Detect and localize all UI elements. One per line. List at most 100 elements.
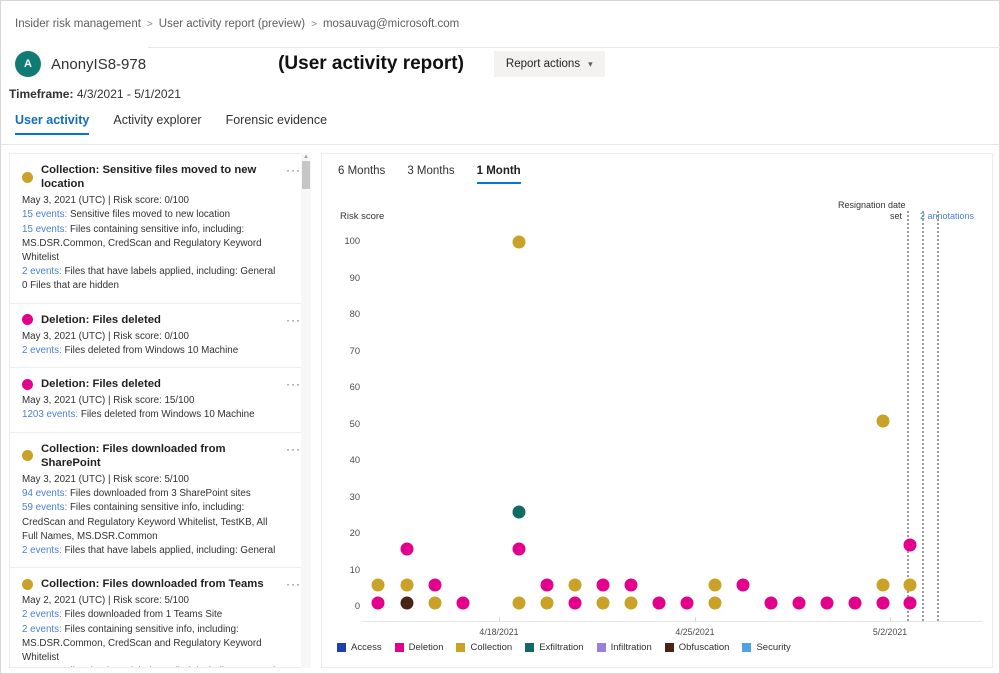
breadcrumb-separator-icon: > — [147, 19, 153, 30]
scroll-up-arrow-icon[interactable]: ▲ — [302, 154, 310, 160]
annotations-link[interactable]: 2 annotations — [920, 211, 974, 221]
scatter-point[interactable] — [541, 579, 554, 592]
report-actions-button[interactable]: Report actions ▾ — [494, 51, 605, 77]
x-axis-tick-label: 4/25/2021 — [675, 627, 714, 637]
chevron-down-icon: ▾ — [588, 59, 593, 70]
activity-card-overflow-menu-icon[interactable]: ··· — [286, 443, 301, 455]
scatter-point[interactable] — [821, 597, 834, 610]
event-count: 2 events: — [22, 266, 62, 277]
activity-card-overflow-menu-icon[interactable]: ··· — [286, 378, 301, 390]
activity-card-detail-line: 0 Files that are hidden — [22, 279, 284, 293]
scatter-point[interactable] — [625, 597, 638, 610]
scatter-point[interactable] — [904, 579, 917, 592]
activity-card-title: Collection: Sensitive files moved to new… — [41, 163, 284, 191]
activity-card-overflow-menu-icon[interactable]: ··· — [286, 314, 301, 326]
activity-list-scrollbar-thumb[interactable] — [302, 161, 310, 189]
activity-list-scrollbar-track[interactable] — [301, 153, 311, 668]
tab-user-activity[interactable]: User activity — [15, 113, 89, 135]
scatter-point[interactable] — [513, 506, 526, 519]
scatter-point[interactable] — [372, 597, 385, 610]
activity-card[interactable]: Deletion: Files deleted···May 3, 2021 (U… — [10, 368, 310, 433]
activity-card[interactable]: Collection: Files downloaded from ShareP… — [10, 433, 310, 568]
activity-card-overflow-menu-icon[interactable]: ··· — [286, 578, 301, 590]
breadcrumb-item-1[interactable]: User activity report (preview) — [159, 18, 305, 30]
scatter-point[interactable] — [904, 597, 917, 610]
scatter-point[interactable] — [877, 414, 890, 427]
scatter-point[interactable] — [429, 597, 442, 610]
breadcrumb-item-2[interactable]: mosauvag@microsoft.com — [323, 18, 459, 30]
scatter-point[interactable] — [709, 597, 722, 610]
event-count: 59 events: — [22, 502, 67, 513]
activity-category-dot-icon — [22, 450, 33, 461]
activity-card-meta: May 3, 2021 (UTC) | Risk score: 15/100 — [22, 394, 284, 408]
scatter-point[interactable] — [401, 542, 414, 555]
activity-category-dot-icon — [22, 172, 33, 183]
main-tabs: User activity Activity explorer Forensic… — [15, 113, 327, 135]
activity-card-detail-line: 59 events: Files containing sensitive in… — [22, 501, 284, 544]
activity-card[interactable]: Collection: Sensitive files moved to new… — [10, 154, 310, 304]
activity-card-detail-line: 2 events: Files containing sensitive inf… — [22, 623, 284, 666]
activity-card-header: Collection: Sensitive files moved to new… — [22, 163, 284, 191]
breadcrumb-separator-icon: > — [311, 19, 317, 30]
scatter-point[interactable] — [569, 597, 582, 610]
activity-card[interactable]: Deletion: Files deleted···May 3, 2021 (U… — [10, 304, 310, 369]
scatter-point[interactable] — [429, 579, 442, 592]
scatter-point[interactable] — [513, 236, 526, 249]
event-count: 15 events: — [22, 224, 67, 235]
legend-item[interactable]: Collection — [456, 642, 512, 653]
y-axis-tick-label: 40 — [334, 455, 360, 465]
scatter-point[interactable] — [597, 579, 610, 592]
scatter-point[interactable] — [401, 597, 414, 610]
scatter-point[interactable] — [653, 597, 666, 610]
legend-item[interactable]: Obfuscation — [665, 642, 730, 653]
scatter-point[interactable] — [877, 597, 890, 610]
activity-card-detail-line: 2 events: Files downloaded from 1 Teams … — [22, 608, 284, 622]
scatter-point[interactable] — [597, 597, 610, 610]
activity-card-title: Collection: Files downloaded from ShareP… — [41, 442, 284, 470]
activity-card-detail-line: 15 events: Sensitive files moved to new … — [22, 208, 284, 222]
breadcrumb: Insider risk management > User activity … — [15, 18, 459, 30]
scatter-point[interactable] — [737, 579, 750, 592]
scatter-point[interactable] — [765, 597, 778, 610]
legend-item[interactable]: Access — [337, 642, 382, 653]
scatter-plot-area[interactable]: 01020304050607080901004/18/20214/25/2021… — [322, 154, 993, 668]
breadcrumb-item-0[interactable]: Insider risk management — [15, 18, 141, 30]
scatter-point[interactable] — [513, 597, 526, 610]
annotation-vertical-line — [937, 211, 939, 621]
y-axis-tick-label: 70 — [334, 346, 360, 356]
legend-swatch-icon — [597, 643, 606, 652]
legend-item[interactable]: Infiltration — [597, 642, 652, 653]
legend-item[interactable]: Deletion — [395, 642, 444, 653]
activity-list-panel[interactable]: Collection: Sensitive files moved to new… — [9, 153, 311, 668]
scatter-point[interactable] — [681, 597, 694, 610]
y-axis-tick-label: 90 — [334, 273, 360, 283]
scatter-point[interactable] — [625, 579, 638, 592]
scatter-point[interactable] — [709, 579, 722, 592]
activity-card-title: Deletion: Files deleted — [41, 313, 161, 327]
scatter-point[interactable] — [793, 597, 806, 610]
x-axis-tick-mark — [695, 617, 696, 622]
scatter-point[interactable] — [457, 597, 470, 610]
legend-item[interactable]: Security — [742, 642, 790, 653]
scatter-point[interactable] — [401, 579, 414, 592]
scatter-point[interactable] — [569, 579, 582, 592]
tab-activity-explorer[interactable]: Activity explorer — [113, 113, 201, 135]
event-count: 2 events: — [22, 609, 62, 620]
avatar: A — [15, 51, 41, 77]
legend-label: Collection — [470, 642, 512, 653]
legend-item[interactable]: Exfiltration — [525, 642, 583, 653]
scatter-point[interactable] — [372, 579, 385, 592]
y-axis-tick-label: 60 — [334, 382, 360, 392]
scatter-point[interactable] — [541, 597, 554, 610]
scatter-point[interactable] — [849, 597, 862, 610]
event-count: 2 events: — [22, 545, 62, 556]
activity-card[interactable]: Collection: Files downloaded from Teams·… — [10, 568, 310, 668]
scatter-point[interactable] — [904, 538, 917, 551]
activity-card-overflow-menu-icon[interactable]: ··· — [286, 164, 301, 176]
tab-forensic-evidence[interactable]: Forensic evidence — [226, 113, 327, 135]
activity-card-detail-line: 94 events: Files downloaded from 3 Share… — [22, 487, 284, 501]
scatter-point[interactable] — [877, 579, 890, 592]
scatter-point[interactable] — [513, 542, 526, 555]
page-header: A AnonyIS8-978 (User activity report) Re… — [15, 51, 985, 77]
activity-card-meta: May 3, 2021 (UTC) | Risk score: 0/100 — [22, 194, 284, 208]
